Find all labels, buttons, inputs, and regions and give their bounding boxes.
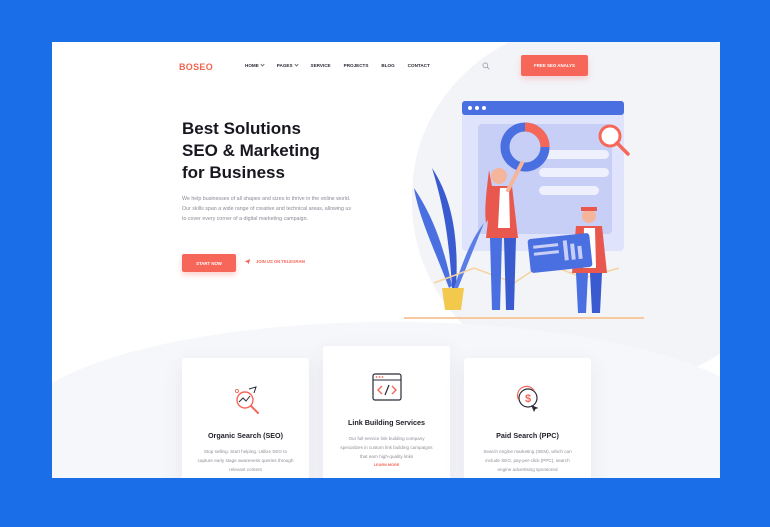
nav-label: CONTACT bbox=[407, 63, 430, 68]
card-text: Our full-service link building company s… bbox=[340, 436, 433, 459]
chevron-down-icon bbox=[293, 62, 299, 67]
telegram-label: JOIN US ON TELEGRAM bbox=[256, 259, 305, 264]
nav-item-projects[interactable]: PROJECTS bbox=[344, 63, 369, 68]
service-card-organic-search[interactable]: Organic Search (SEO) Stop selling. Start… bbox=[182, 358, 309, 478]
nav-item-service[interactable]: SERVICE bbox=[311, 63, 331, 68]
card-text: Search engine marketing (SEM), which can… bbox=[483, 449, 572, 472]
hero-description: We help businesses of all shapes and siz… bbox=[182, 196, 352, 222]
start-now-button[interactable]: START NOW bbox=[182, 254, 236, 272]
nav-label: BLOG bbox=[381, 63, 395, 68]
nav-item-contact[interactable]: CONTACT bbox=[408, 63, 430, 68]
nav-label: PAGES bbox=[276, 63, 293, 68]
main-nav: HOME PAGES SERVICE PROJECTS BLOG CONTACT bbox=[245, 62, 430, 68]
nav-item-pages[interactable]: PAGES bbox=[276, 62, 299, 68]
hero-title-line: SEO & Marketing bbox=[182, 141, 320, 160]
service-card-paid-search[interactable]: $ Paid Search (PPC) Search engine market… bbox=[464, 358, 591, 478]
telegram-link[interactable]: JOIN US ON TELEGRAM bbox=[244, 258, 305, 265]
service-card-link-building[interactable]: Link Building Services Our full-service … bbox=[323, 346, 450, 478]
hero-title: Best Solutions SEO & Marketing for Busin… bbox=[182, 118, 382, 184]
nav-label: HOME bbox=[245, 63, 259, 68]
search-icon[interactable] bbox=[482, 62, 490, 70]
logo[interactable]: BOSEO bbox=[179, 62, 213, 72]
hero-title-line: for Business bbox=[182, 163, 285, 182]
card-title: Link Building Services bbox=[347, 418, 426, 427]
hero-illustration bbox=[404, 101, 644, 319]
nav-item-blog[interactable]: BLOG bbox=[381, 63, 394, 68]
website-page: BOSEO HOME PAGES SERVICE PROJECTS BLOG C… bbox=[52, 42, 720, 478]
learn-more-link[interactable]: LEARN MORE bbox=[323, 463, 450, 467]
nav-label: PROJECTS bbox=[343, 63, 369, 68]
card-text: Stop selling. Start helping. Utilize SEO… bbox=[197, 449, 294, 472]
chevron-down-icon bbox=[260, 62, 265, 67]
card-title: Organic Search (SEO) bbox=[207, 431, 284, 440]
nav-item-home[interactable]: HOME bbox=[245, 62, 265, 68]
dollar-cursor-icon: $ bbox=[516, 385, 539, 412]
code-window-icon bbox=[372, 373, 402, 401]
svg-text:$: $ bbox=[525, 393, 531, 405]
free-seo-analysis-button[interactable]: FREE SEO ANALYS bbox=[521, 55, 588, 76]
hero-title-line: Best Solutions bbox=[182, 119, 302, 138]
card-title: Paid Search (PPC) bbox=[496, 431, 559, 440]
nav-label: SERVICE bbox=[310, 63, 331, 68]
analytics-magnifier-icon bbox=[234, 386, 259, 414]
paper-plane-icon bbox=[244, 259, 251, 265]
